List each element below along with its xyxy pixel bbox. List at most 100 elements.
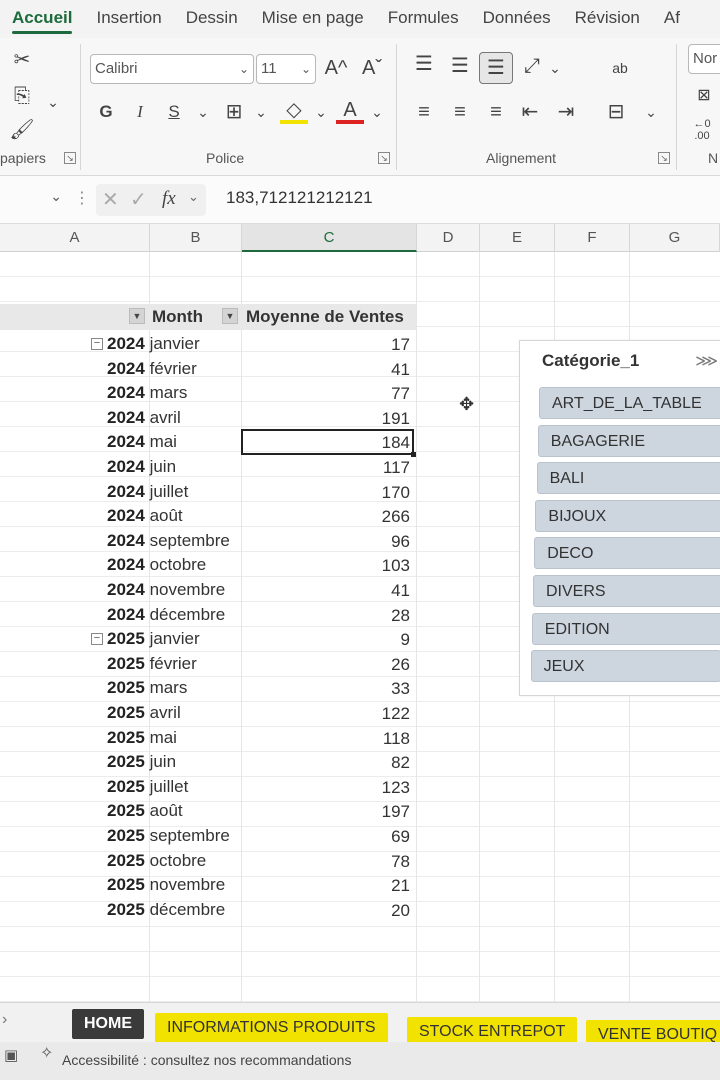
currency-icon[interactable]: ⊠ bbox=[690, 82, 718, 110]
borders-dropdown-icon[interactable]: ⌄ bbox=[254, 98, 268, 126]
font-name-select[interactable]: Calibri ⌄ bbox=[90, 54, 254, 84]
column-header-c[interactable]: C bbox=[242, 224, 417, 252]
pivot-row[interactable]: 2024 août 266 bbox=[0, 504, 420, 528]
sheet-tab-home[interactable]: HOME bbox=[72, 1009, 144, 1039]
pivot-row[interactable]: 2025 novembre 21 bbox=[0, 873, 420, 897]
pivot-row[interactable]: 2024 décembre 28 bbox=[0, 603, 420, 627]
column-header-b[interactable]: B bbox=[150, 224, 242, 252]
slicer-panel[interactable]: Catégorie_1 ⋙ ART_DE_LA_TABLE BAGAGERIE BA… bbox=[519, 340, 720, 696]
pivot-row-value[interactable]: 41 bbox=[391, 581, 410, 601]
slicer-item[interactable]: DECO bbox=[534, 537, 720, 570]
font-launcher-icon[interactable]: ↘ bbox=[378, 152, 390, 164]
tab-dessin[interactable]: Dessin bbox=[174, 0, 250, 38]
accessibility-icon[interactable]: ✧ bbox=[40, 1043, 53, 1063]
slicer-item[interactable]: DIVERS bbox=[533, 575, 720, 607]
pivot-row-value[interactable]: 191 bbox=[382, 409, 410, 429]
tab-donnees[interactable]: Données bbox=[471, 0, 563, 38]
pivot-row-value[interactable]: 103 bbox=[382, 556, 410, 576]
collapse-group-icon[interactable]: − bbox=[91, 338, 103, 350]
italic-button[interactable]: I bbox=[126, 98, 154, 126]
tab-affichage[interactable]: Af bbox=[652, 0, 692, 38]
pivot-row-value[interactable]: 69 bbox=[391, 827, 410, 847]
pivot-row[interactable]: 2024 septembre 96 bbox=[0, 529, 420, 553]
align-right-icon[interactable]: ≡ bbox=[482, 98, 510, 126]
slicer-item[interactable]: EDITION bbox=[531, 612, 720, 645]
cut-icon[interactable]: ✂ bbox=[8, 46, 36, 74]
accessibility-status[interactable]: Accessibilité : consultez nos recommanda… bbox=[62, 1052, 351, 1068]
sheet-tab-informations-produits[interactable]: INFORMATIONS PRODUITS bbox=[155, 1013, 388, 1043]
decimal-button[interactable]: ←0 .00 bbox=[688, 118, 716, 146]
number-format-select[interactable]: Nor bbox=[688, 44, 720, 74]
pivot-row[interactable]: 2025 mars 33 bbox=[0, 676, 420, 700]
slicer-item[interactable]: ART_DE_LA_TABLE bbox=[539, 387, 720, 419]
shrink-font-button[interactable]: Aˇ bbox=[358, 54, 386, 82]
formula-input[interactable]: 183,712121212121 bbox=[226, 188, 373, 208]
pivot-row[interactable]: 2025 juillet 123 bbox=[0, 775, 420, 799]
fill-color-icon[interactable]: ◇ bbox=[280, 96, 308, 124]
bold-button[interactable]: G bbox=[92, 98, 120, 126]
slicer-item[interactable]: BALI bbox=[536, 462, 720, 495]
pivot-row-value[interactable]: 21 bbox=[391, 876, 410, 896]
merge-dropdown-icon[interactable]: ⌄ bbox=[644, 98, 658, 126]
copy-icon[interactable]: ⎘ bbox=[8, 82, 36, 110]
pivot-row[interactable]: −2024 janvier 17 bbox=[0, 332, 420, 356]
pivot-row[interactable]: 2024 mars 77 bbox=[0, 381, 420, 405]
pivot-row[interactable]: 2025 mai 118 bbox=[0, 726, 420, 750]
tab-insertion[interactable]: Insertion bbox=[84, 0, 173, 38]
filter-dropdown-icon[interactable]: ▼ bbox=[129, 308, 145, 324]
chevron-down-icon[interactable]: ⌄ bbox=[188, 189, 199, 205]
align-middle-icon[interactable]: ☰ bbox=[446, 52, 474, 80]
pivot-row-value[interactable]: 9 bbox=[401, 630, 410, 650]
tab-accueil[interactable]: Accueil bbox=[0, 0, 84, 38]
font-color-button[interactable]: A bbox=[336, 96, 364, 124]
pivot-row-value[interactable]: 197 bbox=[382, 802, 410, 822]
font-color-dropdown-icon[interactable]: ⌄ bbox=[370, 98, 384, 126]
confirm-icon[interactable]: ✓ bbox=[130, 187, 147, 212]
align-top-icon[interactable]: ☰ bbox=[410, 50, 438, 78]
borders-icon[interactable]: ⊞ bbox=[220, 98, 248, 126]
pivot-row[interactable]: 2025 août 197 bbox=[0, 799, 420, 823]
pivot-row[interactable]: 2024 juillet 170 bbox=[0, 480, 420, 504]
tab-mise-en-page[interactable]: Mise en page bbox=[250, 0, 376, 38]
orientation-dropdown-icon[interactable]: ⌄ bbox=[548, 54, 562, 82]
pivot-row[interactable]: 2025 juin 82 bbox=[0, 750, 420, 774]
column-header-d[interactable]: D bbox=[417, 224, 480, 252]
underline-dropdown-icon[interactable]: ⌄ bbox=[196, 98, 210, 126]
name-box[interactable]: ⌄ bbox=[0, 186, 68, 214]
align-center-icon[interactable]: ≡ bbox=[446, 98, 474, 126]
more-options-icon[interactable]: ⋮ bbox=[74, 188, 90, 208]
pivot-row-value[interactable]: 122 bbox=[382, 704, 410, 724]
wrap-text-button[interactable]: ab bbox=[606, 54, 634, 82]
filter-dropdown-icon[interactable]: ▼ bbox=[222, 308, 238, 324]
column-header-g[interactable]: G bbox=[630, 224, 720, 252]
pivot-row-value[interactable]: 20 bbox=[391, 901, 410, 921]
pivot-row[interactable]: 2024 novembre 41 bbox=[0, 578, 420, 602]
pivot-row[interactable]: 2024 juin 117 bbox=[0, 455, 420, 479]
pivot-row-value[interactable]: 118 bbox=[383, 729, 410, 749]
pivot-row-value[interactable]: 78 bbox=[391, 852, 410, 872]
alignment-launcher-icon[interactable]: ↘ bbox=[658, 152, 670, 164]
copy-dropdown-icon[interactable]: ⌄ bbox=[46, 88, 60, 116]
clipboard-launcher-icon[interactable]: ↘ bbox=[64, 152, 76, 164]
pivot-row-value[interactable]: 170 bbox=[382, 483, 410, 503]
pivot-row[interactable]: 2025 décembre 20 bbox=[0, 898, 420, 922]
insert-function-button[interactable]: fx bbox=[162, 188, 176, 210]
column-header-a[interactable]: A bbox=[0, 224, 150, 252]
pivot-row[interactable]: 2025 avril 122 bbox=[0, 701, 420, 725]
slicer-item[interactable]: BAGAGERIE bbox=[537, 424, 720, 457]
grow-font-button[interactable]: A^ bbox=[322, 54, 350, 82]
decrease-indent-icon[interactable]: ⇤ bbox=[516, 98, 544, 126]
sheet-nav-arrow-icon[interactable]: › bbox=[2, 1011, 7, 1029]
pivot-row[interactable]: 2024 octobre 103 bbox=[0, 553, 420, 577]
column-header-e[interactable]: E bbox=[480, 224, 555, 252]
orientation-icon[interactable]: ⤢ bbox=[518, 52, 546, 80]
pivot-row-value[interactable]: 41 bbox=[391, 360, 410, 380]
pivot-row[interactable]: 2025 février 26 bbox=[0, 652, 420, 676]
merge-center-icon[interactable]: ⊟ bbox=[602, 98, 630, 126]
pivot-row-value[interactable]: 266 bbox=[382, 507, 410, 527]
collapse-group-icon[interactable]: − bbox=[91, 633, 103, 646]
fill-dropdown-icon[interactable]: ⌄ bbox=[314, 98, 328, 126]
column-header-f[interactable]: F bbox=[555, 224, 630, 252]
pivot-row-value[interactable]: 28 bbox=[391, 606, 410, 626]
pivot-row-value[interactable]: 117 bbox=[383, 458, 410, 478]
